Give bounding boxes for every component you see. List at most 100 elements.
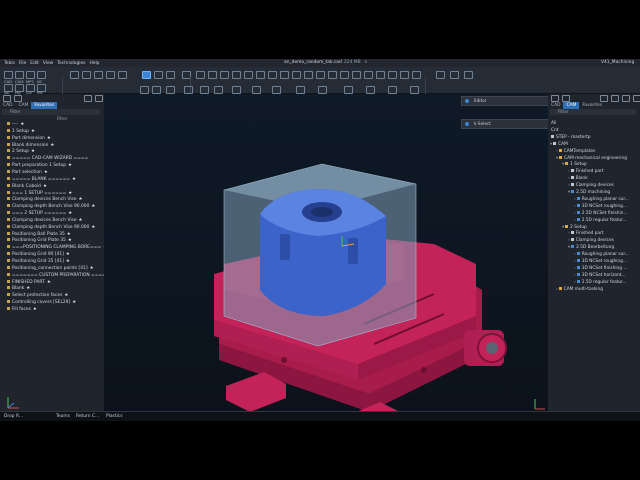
favorite-star-icon[interactable]: ★ [90,266,94,271]
list-item[interactable]: ===== CAD-CAM WIZARD ==== [7,156,88,161]
favorite-star-icon[interactable]: ★ [66,252,70,257]
expand-arrow-icon[interactable]: › [574,280,576,285]
favorite-star-icon[interactable]: ★ [68,238,72,243]
tree-node[interactable]: › CAMTemplates [556,148,595,154]
tree-node[interactable]: › 2.5D NCSet finishin... [574,210,627,216]
filter-icon[interactable] [622,95,630,102]
tree-node[interactable]: ▾ CAM [550,141,568,147]
tree-node[interactable]: › 3D NCSet horizont... [574,272,625,278]
cam-mode-icon[interactable] [15,71,24,79]
favorite-star-icon[interactable]: ★ [50,143,54,148]
expand-arrow-icon[interactable]: ▾ [568,245,570,250]
favorite-star-icon[interactable]: ★ [66,259,70,264]
tab-favorites[interactable]: Favorites [579,102,605,109]
view-standard-icon[interactable] [140,86,149,94]
expand-arrow-icon[interactable]: › [574,259,576,264]
tree-node[interactable]: STEP - mastertp [550,134,591,140]
view-cube-icon[interactable] [152,86,161,94]
zoom-fit-icon[interactable] [232,71,241,79]
list-item[interactable]: Positioning Ball Plate 35 ★ [7,231,71,237]
expand-arrow-icon[interactable]: › [556,149,558,154]
favorite-star-icon[interactable]: ★ [43,184,47,189]
expand-arrow-icon[interactable]: › [568,238,570,243]
favorite-star-icon[interactable]: ★ [72,177,76,182]
tab-cam[interactable]: CAM [563,102,580,109]
tab-cad[interactable]: CAD [548,102,563,109]
expand-arrow-icon[interactable]: ▾ [562,162,564,167]
expand-arrow-icon[interactable]: › [568,183,570,188]
view-bottom-icon[interactable] [166,86,175,94]
drop-label[interactable]: Drop R... [4,414,23,419]
tree-node[interactable]: › 3D NCSet finishing ... [574,265,627,271]
list-item[interactable]: 2 Setup ★ [7,149,35,154]
list-item[interactable]: ===POSITIONING CLAMPING BORE===★ [7,245,107,250]
list-item[interactable]: Positioning Grid 90 [41] ★ [7,252,70,257]
tree-node[interactable]: › Roughing planar sur... [574,252,629,257]
expand-arrow-icon[interactable]: › [574,218,576,223]
mpc-mode-icon[interactable] [26,71,35,79]
tree-node[interactable]: › Clamping devices [568,183,614,188]
open-file-icon[interactable] [82,71,91,79]
tree-node[interactable]: › Finished part [568,169,604,174]
expand-arrow-icon[interactable]: › [568,231,570,236]
view-left-icon[interactable] [184,86,193,94]
filter-icon[interactable] [366,86,375,94]
list-item[interactable]: ---- ★ [7,122,24,127]
list-item[interactable]: Clamping depth Bench Vise 90.000 ★ [7,204,95,209]
pan-view-icon[interactable] [268,71,277,79]
expand-icon[interactable] [562,95,570,102]
search-icon[interactable] [84,95,92,102]
tab-cam[interactable]: CAM [15,102,31,109]
list-item[interactable]: FINISHED PART ★ [7,279,51,285]
favorite-star-icon[interactable]: ★ [31,149,35,154]
rotate-view-icon[interactable] [256,71,265,79]
tree-node[interactable]: › 2.5D regular featur... [574,217,627,223]
color-icon[interactable] [352,71,361,79]
favorite-star-icon[interactable]: ★ [33,307,37,312]
cad-mode-icon[interactable] [4,71,13,79]
view-iso-icon[interactable] [220,71,229,79]
tab-favorites[interactable]: Favorites [31,102,58,109]
new-file-icon[interactable] [70,71,79,79]
tab-return[interactable]: Return C... [76,414,99,419]
view-right-icon[interactable] [200,86,209,94]
expand-arrow-icon[interactable]: › [574,204,576,209]
list-item[interactable]: Blank ★ [7,286,30,291]
tree-node[interactable]: › 3D NCSet roughing... [574,203,627,209]
expand-arrow-icon[interactable]: › [574,266,576,271]
analysis-icon[interactable] [376,71,385,79]
expand-arrow-icon[interactable]: › [574,273,576,278]
hide-icon[interactable] [328,71,337,79]
list-item[interactable]: Part selection ★ [7,169,48,175]
save-icon[interactable] [94,71,103,79]
wireframe-icon[interactable] [292,71,301,79]
tree-node[interactable]: ▾ 2 Setup [562,224,587,230]
expand-arrow-icon[interactable]: › [574,211,576,216]
compare-icon[interactable] [296,86,305,94]
expand-arrow-icon[interactable]: ▾ [568,190,570,195]
light-icon[interactable] [364,71,373,79]
nc-mode-icon[interactable] [37,71,46,79]
expand-arrow-icon[interactable]: › [556,287,558,292]
add-icon[interactable] [3,95,11,102]
annotation-icon[interactable] [252,86,261,94]
show-icon[interactable] [340,71,349,79]
list-item[interactable]: Select protection faces ★ [7,293,68,298]
list-item[interactable]: ===== BLANK ====== ★ [7,176,76,182]
favorite-star-icon[interactable]: ★ [67,232,71,237]
list-item[interactable]: Fill faces ★ [7,306,37,312]
document-tab-title[interactable]: an_demo_random_tak.cad [284,60,342,65]
selection-mode-icon[interactable] [142,71,151,79]
expand-arrow-icon[interactable]: › [574,197,576,202]
tree-node[interactable]: › Clamping devices [568,238,614,243]
tab-plastics[interactable]: Plastics [106,414,123,419]
favorite-star-icon[interactable]: ★ [72,300,76,305]
list-item[interactable]: Blank dimension ★ [7,142,54,148]
favorite-star-icon[interactable]: ★ [68,211,72,216]
list-item[interactable]: ======= CUSTOM PREPARATION ====★ [7,272,112,278]
3d-viewport[interactable]: Editor k-Select [104,94,548,421]
right-filter-bar[interactable]: Filter [550,109,636,115]
list-item[interactable]: Part preparation 1 Setup ★ [7,163,72,168]
view-top-icon[interactable] [208,71,217,79]
tree-node[interactable]: › 2.5D regular featur... [574,279,627,285]
